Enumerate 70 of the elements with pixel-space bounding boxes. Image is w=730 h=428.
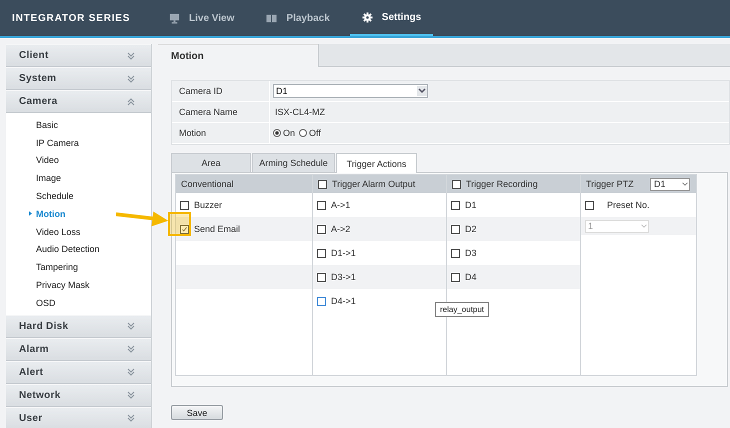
sidebar-item[interactable]: Video [6, 152, 151, 170]
sidebar-item[interactable]: Image [6, 169, 151, 188]
radio-option[interactable]: Off [299, 128, 321, 138]
camera-select[interactable]: D1 [650, 178, 690, 190]
column-header: Conventional [181, 179, 234, 189]
column-header: Trigger Alarm Output [332, 179, 416, 189]
checkbox-option[interactable]: D3 [451, 248, 477, 258]
checkbox-option[interactable]: D1->1 [317, 248, 356, 258]
field-label: Camera Name [172, 102, 270, 122]
sidebar-group[interactable]: Alert [6, 360, 151, 384]
camera-id-select[interactable]: D1 [273, 84, 428, 98]
sidebar-group[interactable]: Camera [6, 90, 151, 113]
radio-option[interactable]: On [273, 128, 296, 138]
sidebar-group[interactable]: System [6, 67, 151, 90]
checkbox-option[interactable]: A->2 [317, 224, 350, 234]
checkbox-option[interactable]: D4->1 [317, 296, 356, 306]
brand-title: INTEGRATOR SERIES [12, 12, 132, 24]
sidebar-item[interactable]: Video Loss [6, 222, 151, 241]
column-header: Trigger Recording [466, 179, 538, 189]
checkbox-option[interactable]: Preset No. [585, 200, 650, 210]
expand-chevron-icon [127, 74, 135, 82]
checkbox-option[interactable]: Send Email [180, 224, 240, 234]
expand-chevron-icon [127, 52, 135, 60]
column-header: Trigger PTZ [586, 179, 634, 189]
film-icon [266, 12, 278, 24]
sidebar-group[interactable]: Alarm [6, 338, 151, 361]
nav-tab[interactable]: Settings [350, 0, 434, 36]
dropdown-icon [640, 222, 648, 230]
dropdown-icon [681, 180, 689, 188]
checkbox-option[interactable]: A->1 [317, 200, 350, 210]
sidebar-item[interactable]: OSD [6, 294, 151, 312]
tab[interactable]: Arming Schedule [252, 153, 335, 172]
nav-tab[interactable]: Live View [157, 0, 246, 36]
tab[interactable]: Trigger Actions [336, 153, 417, 173]
sidebar-item[interactable]: IP Camera [6, 134, 151, 152]
sidebar-group[interactable]: Network [6, 384, 151, 407]
gear-icon [362, 12, 373, 22]
expand-chevron-icon [127, 345, 135, 354]
sidebar-item[interactable]: Schedule [6, 187, 151, 205]
check-icon [181, 226, 188, 232]
sidebar-item[interactable]: Audio Detection [6, 240, 151, 258]
sidebar-item[interactable]: Tampering [6, 258, 151, 276]
checkbox-option[interactable]: D4 [451, 272, 477, 282]
sidebar-group[interactable]: Hard Disk [6, 314, 151, 338]
checkbox-option[interactable]: Buzzer [180, 200, 222, 210]
field-label: Camera ID [172, 81, 270, 101]
sidebar-group[interactable]: User [6, 406, 151, 428]
pointer-icon [29, 211, 32, 216]
tab[interactable]: Area [171, 153, 251, 172]
monitor-icon [169, 12, 180, 24]
expand-chevron-icon [127, 322, 135, 330]
tooltip: relay_output [435, 302, 490, 317]
collapse-chevron-icon [127, 98, 135, 106]
sidebar-group[interactable]: Client [6, 44, 151, 67]
field-label: Motion [172, 123, 270, 143]
nav-tab[interactable]: Playback [254, 0, 342, 36]
dropdown-icon [417, 86, 427, 96]
field-value: ISX-CL4-MZ [274, 107, 326, 117]
checkbox[interactable] [452, 180, 461, 188]
expand-chevron-icon [127, 414, 135, 422]
sidebar-item[interactable]: Privacy Mask [6, 276, 151, 294]
save-button[interactable]: Save [171, 405, 223, 420]
expand-chevron-icon [127, 391, 135, 400]
checkbox-option[interactable]: D2 [451, 224, 477, 234]
checkbox[interactable] [318, 180, 327, 188]
checkbox-option[interactable]: D3->1 [317, 272, 356, 282]
expand-chevron-icon [127, 368, 135, 376]
checkbox-option[interactable]: D1 [451, 200, 477, 210]
sidebar-item[interactable]: Basic [6, 116, 151, 134]
sidebar-item[interactable]: Motion [6, 204, 151, 223]
